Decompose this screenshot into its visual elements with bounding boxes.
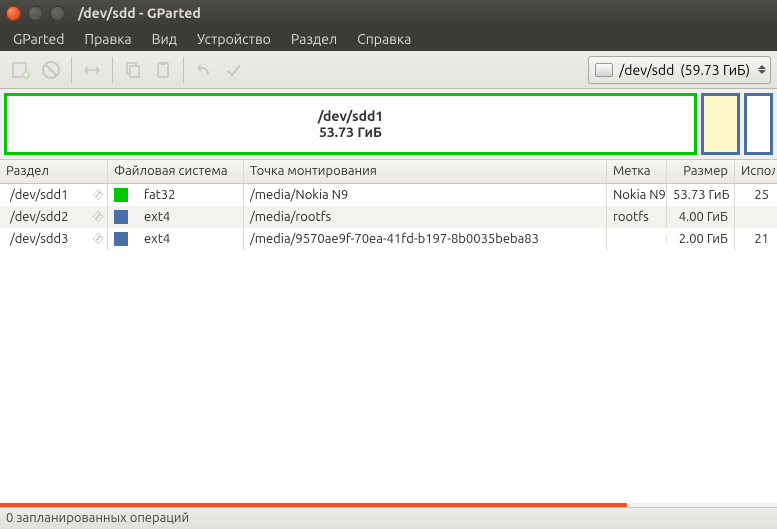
menu-gparted[interactable]: GParted — [4, 28, 73, 50]
table-row[interactable]: /dev/sdd1 ⚿ fat32 /media/Nokia N9 Nokia … — [0, 184, 777, 206]
menu-device[interactable]: Устройство — [188, 28, 280, 50]
new-partition-button[interactable] — [6, 55, 36, 85]
progress-indicator — [0, 503, 777, 507]
partition-used — [735, 213, 775, 221]
col-header-label[interactable]: Метка — [607, 160, 667, 183]
device-name: /dev/sdd — [619, 62, 674, 78]
fs-color-swatch — [114, 188, 128, 202]
toolbar: /dev/sdd (59.73 ГиБ) — [0, 51, 777, 89]
resize-icon — [82, 60, 102, 80]
apply-icon — [224, 60, 244, 80]
device-size: (59.73 ГиБ) — [680, 62, 750, 78]
table-row[interactable]: /dev/sdd3 ⚿ ext4 /media/9570ae9f-70ea-41… — [0, 228, 777, 250]
mount-point: /media/Nokia N9 — [244, 184, 607, 206]
delete-partition-button[interactable] — [36, 55, 66, 85]
table-header: Раздел Файловая система Точка монтирован… — [0, 160, 777, 184]
partition-table: Раздел Файловая система Точка монтирован… — [0, 159, 777, 503]
col-header-used[interactable]: Испол — [735, 160, 775, 183]
partition-used: 21 — [735, 228, 775, 250]
paste-button[interactable] — [148, 55, 178, 85]
key-icon: ⚿ — [89, 187, 104, 202]
partition-used: 25 — [735, 184, 775, 206]
partition-block-sdd1[interactable]: /dev/sdd1 53.73 ГиБ — [4, 93, 697, 155]
partition-name: /dev/sdd3 — [10, 232, 68, 246]
copy-icon — [123, 60, 143, 80]
partition-block-sdd3[interactable] — [744, 93, 773, 155]
partition-label: rootfs — [607, 206, 667, 228]
toolbar-separator — [183, 57, 184, 83]
no-entry-icon — [41, 60, 61, 80]
menu-partition[interactable]: Раздел — [282, 28, 346, 50]
device-selector[interactable]: /dev/sdd (59.73 ГиБ) — [588, 56, 771, 84]
close-window-button[interactable] — [6, 6, 21, 21]
status-bar: 0 запланированных операций — [0, 507, 777, 529]
partition-size: 2.00 ГиБ — [667, 228, 735, 250]
copy-button[interactable] — [118, 55, 148, 85]
partition-label: Nokia N9 — [607, 184, 667, 206]
key-icon: ⚿ — [89, 209, 104, 224]
partition-label — [607, 235, 667, 243]
menu-help[interactable]: Справка — [348, 28, 420, 50]
menu-edit[interactable]: Правка — [75, 28, 140, 50]
maximize-window-button[interactable] — [50, 6, 65, 21]
hard-disk-icon — [595, 63, 613, 77]
partition-name: /dev/sdd1 — [10, 188, 68, 202]
mount-point: /media/9570ae9f-70ea-41fd-b197-8b0035beb… — [244, 228, 607, 250]
partition-visual: /dev/sdd1 53.73 ГиБ — [0, 89, 777, 159]
table-row[interactable]: /dev/sdd2 ⚿ ext4 /media/rootfs rootfs 4.… — [0, 206, 777, 228]
paste-icon — [153, 60, 173, 80]
partition-size: 4.00 ГиБ — [667, 206, 735, 228]
window-titlebar: /dev/sdd - GParted — [0, 0, 777, 26]
fs-color-swatch — [114, 210, 128, 224]
partition-block-sdd2[interactable] — [701, 93, 740, 155]
toolbar-separator — [71, 57, 72, 83]
col-header-size[interactable]: Размер — [667, 160, 735, 183]
apply-button[interactable] — [219, 55, 249, 85]
mount-point: /media/rootfs — [244, 206, 607, 228]
partition-name: /dev/sdd2 — [10, 210, 68, 224]
filesystem-type: ext4 — [144, 232, 170, 246]
toolbar-separator — [112, 57, 113, 83]
table-body: /dev/sdd1 ⚿ fat32 /media/Nokia N9 Nokia … — [0, 184, 777, 503]
partition-block-name: /dev/sdd1 — [318, 108, 384, 124]
minimize-window-button[interactable] — [28, 6, 43, 21]
partition-size: 53.73 ГиБ — [667, 184, 735, 206]
filesystem-type: fat32 — [144, 188, 175, 202]
col-header-mountpoint[interactable]: Точка монтирования — [244, 160, 607, 183]
menu-view[interactable]: Вид — [143, 28, 186, 50]
menubar: GParted Правка Вид Устройство Раздел Спр… — [0, 26, 777, 51]
key-icon: ⚿ — [89, 231, 104, 246]
pending-operations-text: 0 запланированных операций — [6, 511, 189, 525]
col-header-filesystem[interactable]: Файловая система — [108, 160, 244, 183]
new-partition-icon — [11, 60, 31, 80]
undo-button[interactable] — [189, 55, 219, 85]
resize-move-button[interactable] — [77, 55, 107, 85]
partition-block-size: 53.73 ГиБ — [319, 124, 382, 140]
filesystem-type: ext4 — [144, 210, 170, 224]
col-header-partition[interactable]: Раздел — [0, 160, 108, 183]
dropdown-icon — [758, 65, 766, 74]
window-title: /dev/sdd - GParted — [78, 5, 201, 21]
undo-icon — [194, 60, 214, 80]
fs-color-swatch — [114, 232, 128, 246]
